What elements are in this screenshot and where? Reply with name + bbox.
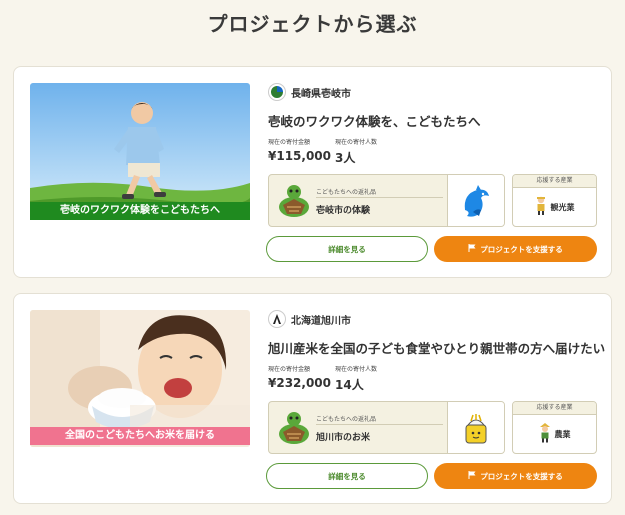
support-button[interactable]: プロジェクトを支援する	[434, 236, 597, 262]
flag-icon	[468, 471, 476, 481]
reward-box: こどもたちへの返礼品 旭川市のお米	[268, 401, 505, 454]
turtle-mascot-icon	[277, 410, 311, 446]
donation-amount-label: 現在の寄付金額	[268, 366, 311, 373]
reward-divider	[316, 424, 443, 425]
donation-amount-value: ¥232,000	[268, 376, 332, 390]
municipality-logo-icon	[268, 310, 286, 328]
donor-count-value: 3人	[335, 151, 356, 165]
donation-amount: 現在の寄付金額 ¥115,000	[268, 137, 331, 163]
reward-name: 旭川市のお米	[316, 433, 371, 443]
industry-label: 応援する産業	[513, 175, 596, 188]
reward-box: こどもたちへの返礼品 壱岐市の体験	[268, 174, 505, 227]
support-button-label: プロジェクトを支援する	[480, 471, 563, 481]
donation-amount: 現在の寄付金額 ¥232,000	[268, 364, 331, 390]
support-button-label: プロジェクトを支援する	[480, 244, 563, 254]
project-title[interactable]: 壱岐のワクワク体験を、こどもたちへ	[268, 111, 481, 130]
industry-box: 応援する産業 農業	[512, 401, 597, 454]
detail-button[interactable]: 詳細を見る	[266, 463, 428, 489]
donor-count-value: 14人	[335, 378, 364, 392]
image-caption: 全国のこどもたちへお米を届ける	[30, 427, 250, 445]
turtle-mascot-icon	[277, 183, 311, 219]
project-image-boy-running[interactable]	[30, 83, 250, 220]
industry-box: 応援する産業 観光業	[512, 174, 597, 227]
municipality-name: 北海道旭川市	[291, 315, 351, 327]
reward-label: こどもたちへの返礼品	[316, 189, 377, 196]
project-title[interactable]: 旭川産米を全国の子ども食堂やひとり親世帯の方へ届けたい	[268, 338, 605, 357]
rice-bag-icon	[447, 402, 504, 453]
municipality: 北海道旭川市	[268, 310, 351, 328]
donation-amount-label: 現在の寄付金額	[268, 139, 311, 146]
reward-label: こどもたちへの返礼品	[316, 416, 377, 423]
donor-count-label: 現在の寄付人数	[335, 139, 378, 146]
farmer-icon	[539, 422, 551, 447]
page-heading: プロジェクトから選ぶ	[207, 12, 418, 36]
industry-name: 観光業	[550, 203, 575, 212]
tour-guide-icon	[535, 196, 547, 220]
project-card-iki[interactable]: 壱岐のワクワク体験をこどもたちへ 長崎県壱岐市 壱岐のワクワク体験を、こどもたち…	[13, 66, 612, 278]
municipality: 長崎県壱岐市	[268, 83, 351, 101]
reward-divider	[316, 197, 443, 198]
donor-count: 現在の寄付人数 3人	[335, 137, 377, 166]
donation-amount-value: ¥115,000	[268, 149, 332, 163]
flag-icon	[468, 244, 476, 254]
image-caption: 壱岐のワクワク体験をこどもたちへ	[30, 202, 250, 220]
municipality-name: 長崎県壱岐市	[291, 88, 351, 100]
detail-button[interactable]: 詳細を見る	[266, 236, 428, 262]
reward-name: 壱岐市の体験	[316, 206, 371, 216]
industry-label: 応援する産業	[513, 402, 596, 415]
donor-count-label: 現在の寄付人数	[335, 366, 378, 373]
municipality-logo-icon	[268, 83, 286, 101]
donor-count: 現在の寄付人数 14人	[335, 364, 377, 393]
industry-name: 農業	[554, 430, 571, 439]
dolphin-icon	[447, 175, 504, 226]
support-button[interactable]: プロジェクトを支援する	[434, 463, 597, 489]
project-card-asahikawa[interactable]: 全国のこどもたちへお米を届ける 北海道旭川市 旭川産米を全国の子ども食堂やひとり…	[13, 293, 612, 504]
